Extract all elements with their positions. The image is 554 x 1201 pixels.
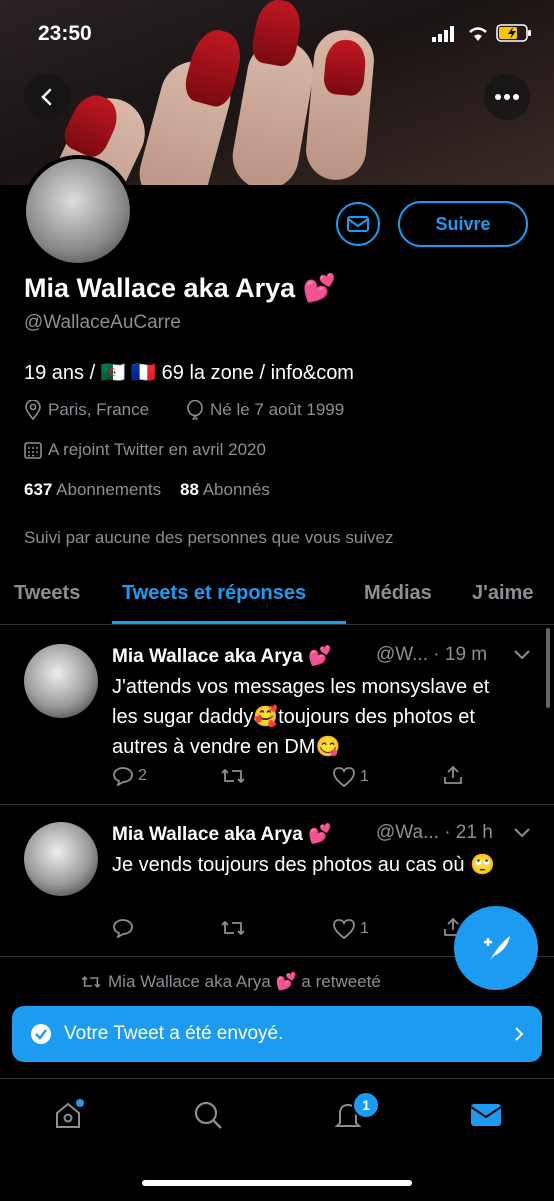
location-text: Paris, France bbox=[48, 400, 150, 419]
reply-button[interactable]: 2 bbox=[112, 766, 147, 786]
notification-badge: 1 bbox=[352, 1091, 380, 1119]
feather-plus-icon bbox=[484, 936, 510, 960]
profile-location: Paris, France bbox=[24, 400, 149, 420]
more-icon bbox=[495, 94, 519, 100]
more-options-button[interactable] bbox=[484, 74, 530, 120]
tab-media[interactable]: Médias bbox=[364, 582, 432, 605]
share-button[interactable] bbox=[442, 764, 464, 786]
retweet-button[interactable] bbox=[220, 918, 246, 938]
profile-bio: 19 ans / 🇩🇿 🇫🇷 69 la zone / info&com bbox=[24, 362, 354, 384]
balloon-icon bbox=[187, 400, 203, 420]
retweet-note-text: Mia Wallace aka Arya 💕 a retweeté bbox=[108, 972, 381, 991]
retweet-icon bbox=[221, 920, 245, 936]
tweet-meta: @W... · 19 m bbox=[376, 644, 488, 665]
reply-count: 2 bbox=[138, 767, 147, 784]
tweet-text: Je vends toujours des photos au cas où 🙄 bbox=[112, 854, 495, 876]
follow-counts: 637 Abonnements 88 Abonnés bbox=[24, 480, 270, 500]
check-circle-icon bbox=[31, 1024, 51, 1044]
retweet-button[interactable] bbox=[220, 766, 246, 786]
like-button[interactable]: 1 bbox=[332, 766, 369, 788]
chevron-right-icon bbox=[515, 1027, 524, 1041]
profile-avatar[interactable] bbox=[22, 155, 134, 267]
home-indicator bbox=[142, 1180, 412, 1186]
signal-icon bbox=[432, 26, 456, 47]
chevron-down-icon[interactable] bbox=[512, 826, 532, 845]
followers-label: Abonnés bbox=[202, 480, 270, 499]
back-arrow-icon bbox=[41, 88, 52, 106]
envelope-icon bbox=[470, 1104, 502, 1126]
followers-link[interactable]: 88 Abonnés bbox=[180, 480, 270, 499]
tab-tweets[interactable]: Tweets bbox=[14, 582, 80, 605]
location-pin-icon bbox=[25, 400, 41, 420]
nav-search[interactable] bbox=[192, 1099, 224, 1136]
scrollbar[interactable] bbox=[546, 628, 550, 708]
tweet-avatar[interactable] bbox=[24, 644, 98, 718]
reply-icon bbox=[113, 767, 133, 786]
heart-icon bbox=[333, 767, 355, 788]
follow-button[interactable]: Suivre bbox=[398, 201, 528, 247]
profile-handle: @WallaceAuCarre bbox=[24, 312, 181, 333]
followed-by-text: Suivi par aucune des personnes que vous … bbox=[24, 528, 394, 547]
chevron-down-icon[interactable] bbox=[512, 648, 532, 667]
tweet-sent-toast[interactable]: Votre Tweet a été envoyé. bbox=[12, 1006, 542, 1062]
profile-joined: A rejoint Twitter en avril 2020 bbox=[24, 440, 266, 460]
status-time: 23:50 bbox=[38, 22, 92, 45]
retweet-icon bbox=[81, 976, 101, 988]
reply-button[interactable] bbox=[112, 918, 134, 938]
profile-name: Mia Wallace aka Arya 💕 bbox=[24, 273, 337, 303]
joined-text: A rejoint Twitter en avril 2020 bbox=[48, 440, 266, 459]
nav-messages[interactable] bbox=[470, 1101, 502, 1134]
envelope-icon bbox=[347, 216, 369, 232]
calendar-icon bbox=[24, 442, 42, 459]
following-count: 637 bbox=[24, 480, 53, 499]
home-icon bbox=[56, 1099, 84, 1128]
tweet-avatar[interactable] bbox=[24, 822, 98, 896]
nav-notifications[interactable]: 1 bbox=[332, 1091, 380, 1136]
following-link[interactable]: 637 Abonnements bbox=[24, 480, 161, 499]
like-button[interactable]: 1 bbox=[332, 918, 369, 940]
compose-tweet-button[interactable] bbox=[454, 906, 538, 990]
tab-tweets-and-replies[interactable]: Tweets et réponses bbox=[122, 582, 306, 605]
message-button[interactable] bbox=[336, 202, 380, 246]
tweet-author[interactable]: Mia Wallace aka Arya 💕 bbox=[112, 822, 332, 846]
battery-icon bbox=[496, 24, 532, 47]
followers-count: 88 bbox=[179, 480, 199, 499]
toast-text: Votre Tweet a été envoyé. bbox=[64, 1023, 284, 1044]
retweet-icon bbox=[221, 768, 245, 784]
tab-likes[interactable]: J'aime bbox=[472, 582, 533, 605]
search-icon bbox=[194, 1101, 222, 1129]
birthday-text: Né le 7 août 1999 bbox=[210, 400, 345, 419]
retweet-note: Mia Wallace aka Arya 💕 a retweeté bbox=[80, 972, 381, 992]
tweet-divider bbox=[0, 804, 554, 805]
tweet-text: J'attends vos messages les monsyslave et… bbox=[112, 676, 490, 758]
like-count: 1 bbox=[360, 768, 369, 785]
following-label: Abonnements bbox=[56, 480, 162, 499]
tweet-author[interactable]: Mia Wallace aka Arya 💕 bbox=[112, 644, 332, 668]
back-button[interactable] bbox=[24, 74, 70, 120]
wifi-icon bbox=[466, 24, 490, 47]
nav-home[interactable] bbox=[52, 1099, 84, 1136]
profile-birthday: Né le 7 août 1999 bbox=[186, 400, 344, 420]
like-count: 1 bbox=[360, 920, 369, 937]
reply-icon bbox=[113, 919, 133, 938]
active-tab-indicator bbox=[112, 621, 346, 624]
share-icon bbox=[444, 765, 462, 784]
tweet-meta: @Wa... · 21 h bbox=[376, 822, 493, 843]
profile-tabs: Tweets Tweets et réponses Médias J'aime bbox=[0, 572, 554, 625]
heart-icon bbox=[333, 919, 355, 940]
